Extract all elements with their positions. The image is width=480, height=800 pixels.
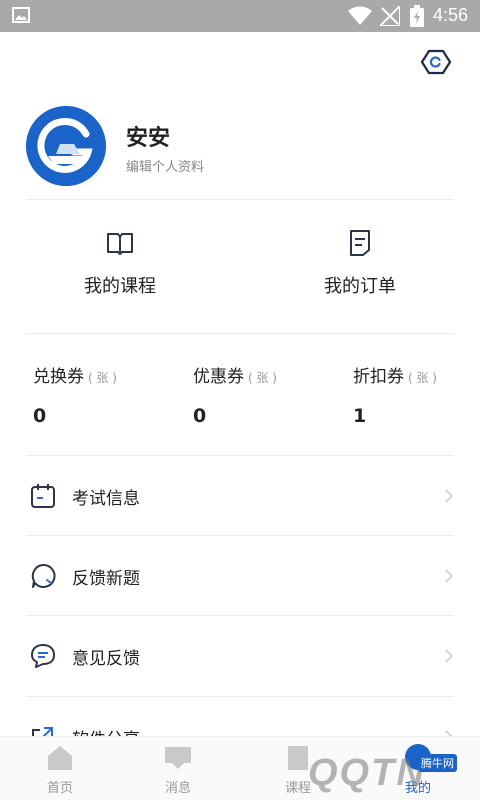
order-icon xyxy=(350,230,370,256)
my-orders-label: 我的订单 xyxy=(324,276,396,297)
nav-home[interactable]: 首页 xyxy=(0,737,120,800)
profile-icon xyxy=(405,744,431,770)
coupon-title: 优惠券 xyxy=(193,367,244,387)
nav-courses[interactable]: 课程 xyxy=(238,737,358,800)
my-courses-label: 我的课程 xyxy=(84,276,156,297)
calendar-icon xyxy=(31,484,55,508)
status-bar: 4:56 xyxy=(0,0,480,32)
divider xyxy=(26,199,454,200)
user-name: 安安 xyxy=(126,126,171,151)
rebate-coupon[interactable]: 折扣券 ( 张 ) 1 xyxy=(353,362,480,427)
home-icon xyxy=(48,746,72,770)
clock: 4:56 xyxy=(433,5,469,25)
menu-item-exam-info[interactable]: 考试信息 xyxy=(0,456,480,536)
coupon-unit: ( 张 ) xyxy=(248,371,277,385)
my-orders-button[interactable]: 我的订单 xyxy=(280,228,440,298)
coupon-unit: ( 张 ) xyxy=(88,371,117,385)
coupon-title: 折扣券 xyxy=(353,367,404,387)
inbox-icon xyxy=(165,747,191,769)
share-icon xyxy=(32,727,53,736)
chevron-right-icon xyxy=(445,730,453,736)
avatar[interactable] xyxy=(26,106,106,186)
discount-coupon[interactable]: 优惠券 ( 张 ) 0 xyxy=(193,362,333,427)
nav-home-label: 首页 xyxy=(46,781,73,796)
my-courses-button[interactable]: 我的课程 xyxy=(40,228,200,298)
exchange-coupon[interactable]: 兑换券 ( 张 ) 0 xyxy=(33,362,173,427)
book-icon xyxy=(107,233,133,255)
menu-item-label: 意见反馈 xyxy=(72,649,140,669)
menu-item-label: 反馈新题 xyxy=(72,569,140,589)
coupon-count: 0 xyxy=(193,405,207,427)
menu-item-feedback[interactable]: 意见反馈 xyxy=(0,616,480,696)
divider xyxy=(26,333,454,334)
nav-profile[interactable]: 我的 xyxy=(358,737,478,800)
nav-courses-label: 课程 xyxy=(284,781,311,796)
chevron-right-icon xyxy=(445,569,454,583)
wifi-icon xyxy=(348,6,372,25)
menu-item-label: 软件分享 xyxy=(72,725,140,736)
chevron-right-icon xyxy=(445,489,454,503)
coupon-title: 兑换券 xyxy=(33,367,84,387)
nav-messages-label: 消息 xyxy=(164,781,191,796)
edit-profile-link[interactable]: 编辑个人资料 xyxy=(126,156,204,175)
menu-item-share[interactable]: 软件分享 xyxy=(0,697,480,736)
message-icon xyxy=(31,644,55,668)
chevron-right-icon xyxy=(445,649,454,663)
menu-item-label: 考试信息 xyxy=(72,489,140,509)
logo-icon xyxy=(26,106,106,186)
settings-button[interactable] xyxy=(420,46,452,78)
battery-icon xyxy=(410,5,424,27)
settings-icon xyxy=(420,49,452,75)
coupon-count: 1 xyxy=(353,405,367,427)
menu-item-new-questions[interactable]: 反馈新题 xyxy=(0,536,480,616)
chat-bubble-icon xyxy=(31,563,56,588)
course-icon xyxy=(288,746,308,770)
nav-messages[interactable]: 消息 xyxy=(118,737,238,800)
coupon-count: 0 xyxy=(33,405,47,427)
bottom-nav: 首页 消息 课程 我的 xyxy=(0,736,480,800)
coupon-unit: ( 张 ) xyxy=(408,371,437,385)
nav-profile-label: 我的 xyxy=(404,781,431,796)
signal-icon xyxy=(380,6,400,26)
gallery-icon xyxy=(12,7,30,23)
